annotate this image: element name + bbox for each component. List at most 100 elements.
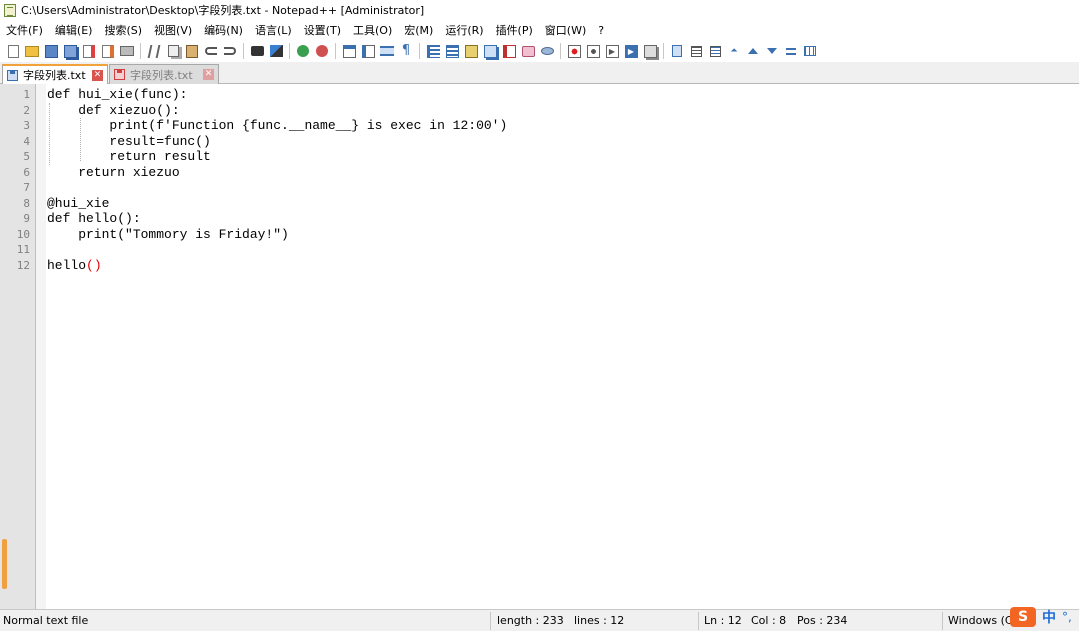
arrow-down-icon[interactable] [764,43,780,59]
editor-area[interactable]: 1 def hui_xie(func): 2 def xiezuo(): 3 p… [0,84,1079,609]
line-number: 2 [23,103,30,117]
panel-icon[interactable] [802,43,818,59]
menu-plugins[interactable]: 插件(P) [490,22,539,38]
sogou-ime-icon[interactable]: S [1010,607,1036,627]
line-number: 5 [23,150,30,163]
code-text: def hello(): [47,211,141,226]
lang-define-icon[interactable] [444,43,460,59]
line-number: 10 [16,227,30,241]
menu-encoding[interactable]: 编码(N) [198,22,249,38]
word-wrap-icon[interactable] [379,43,395,59]
menu-bar: 文件(F) 编辑(E) 搜索(S) 视图(V) 编码(N) 语言(L) 设置(T… [0,20,1079,40]
ime-language-toggle[interactable]: 中 [1042,607,1056,627]
status-line: Ln : 12 [704,614,742,627]
line-number: 9 [23,212,30,225]
tab-label: 字段列表.txt [23,69,86,82]
code-text: print(f'Function {func.__name__} is exec… [47,118,508,133]
ime-indicator[interactable]: S 中 °, [1010,604,1078,630]
tab-active-file[interactable]: 字段列表.txt ✕ [2,64,108,84]
tab-close-icon[interactable]: ✕ [92,69,103,81]
code-line: 4 result=func() [0,134,1079,150]
brace-highlight: () [86,257,102,273]
stop-record-icon[interactable] [585,43,601,59]
menu-tools[interactable]: 工具(O) [347,22,398,38]
notepad-plus-plus-icon [4,3,16,17]
menu-view[interactable]: 视图(V) [148,22,198,38]
save-all-icon[interactable] [62,43,78,59]
play-macro-icon[interactable]: ▶ [604,43,620,59]
cut-icon[interactable] [146,43,162,59]
menu-language[interactable]: 语言(L) [249,22,298,38]
status-eol[interactable]: Windows (C [948,614,1013,627]
line-number: 7 [23,181,30,194]
sync-vertical-icon[interactable] [341,43,357,59]
line-number: 6 [23,165,30,179]
redo-icon[interactable] [222,43,238,59]
arrow-up-icon[interactable] [745,43,761,59]
clipboard-history-icon[interactable] [688,43,704,59]
status-lines: lines : 12 [574,614,625,627]
show-all-chars-icon[interactable]: ¶ [398,43,414,59]
menu-run[interactable]: 运行(R) [439,22,489,38]
menu-file[interactable]: 文件(F) [0,22,49,38]
tab-bar: 字段列表.txt ✕ 字段列表.txt ✕ [0,62,1079,84]
window-title: C:\Users\Administrator\Desktop\字段列表.txt … [21,4,425,17]
print-icon[interactable] [119,43,135,59]
status-file-type: Normal text file [3,614,89,627]
function-list-icon[interactable] [482,43,498,59]
run-macro-multiple-icon[interactable]: ▶ [623,43,639,59]
bookmark-icon[interactable] [669,43,685,59]
new-file-icon[interactable] [5,43,21,59]
eye-icon[interactable] [539,43,555,59]
code-text: def hui_xie(func): [47,87,188,102]
status-bar: Normal text file length : 233 lines : 12… [0,609,1079,631]
code-line: 6 return xiezuo [0,165,1079,181]
menu-search[interactable]: 搜索(S) [98,22,148,38]
menu-help[interactable]: ? [592,24,610,37]
ime-punctuation-toggle[interactable]: °, [1062,610,1072,624]
menu-macro[interactable]: 宏(M) [398,22,439,38]
replace-icon[interactable] [268,43,284,59]
code-line-current: 12 hello() [0,258,1079,274]
line-number: 1 [23,88,30,101]
folder-workspace-icon[interactable] [501,43,517,59]
collapse-icon[interactable] [783,43,799,59]
close-all-icon[interactable] [100,43,116,59]
code-call-name: hello [47,257,87,273]
tab-label: 字段列表.txt [130,68,193,82]
code-line: 9 def hello(): [0,211,1079,227]
save-macro-icon[interactable] [642,43,658,59]
undo-icon[interactable] [203,43,219,59]
line-number: 8 [23,196,30,210]
change-history-marker [2,539,7,589]
document-switch-icon[interactable] [707,43,723,59]
paste-icon[interactable] [184,43,200,59]
sync-horizontal-icon[interactable] [360,43,376,59]
open-file-icon[interactable] [24,43,40,59]
code-text: hello() [47,258,102,274]
status-length: length : 233 [497,614,564,627]
line-number: 11 [16,243,30,256]
menu-settings[interactable]: 设置(T) [298,22,347,38]
code-text: return result [47,149,211,164]
close-icon[interactable] [81,43,97,59]
code-line: 8 @hui_xie [0,196,1079,212]
doc-map-icon[interactable] [463,43,479,59]
tab-inactive-file[interactable]: 字段列表.txt ✕ [109,64,219,84]
zoom-in-icon[interactable] [295,43,311,59]
arrow-up-double-icon[interactable]: ⏶ [726,43,742,59]
code-line: 3 print(f'Function {func.__name__} is ex… [0,118,1079,134]
code-text: print("Tommory is Friday!") [47,226,289,242]
monitor-icon[interactable] [520,43,536,59]
zoom-out-icon[interactable] [314,43,330,59]
record-macro-icon[interactable] [566,43,582,59]
code-text: return xiezuo [47,164,180,180]
save-icon[interactable] [43,43,59,59]
tab-close-icon[interactable]: ✕ [203,69,214,80]
indent-guide-icon[interactable] [425,43,441,59]
menu-edit[interactable]: 编辑(E) [49,22,99,38]
copy-icon[interactable] [165,43,181,59]
status-column: Col : 8 [751,614,787,627]
find-icon[interactable] [249,43,265,59]
menu-window[interactable]: 窗口(W) [539,22,592,38]
